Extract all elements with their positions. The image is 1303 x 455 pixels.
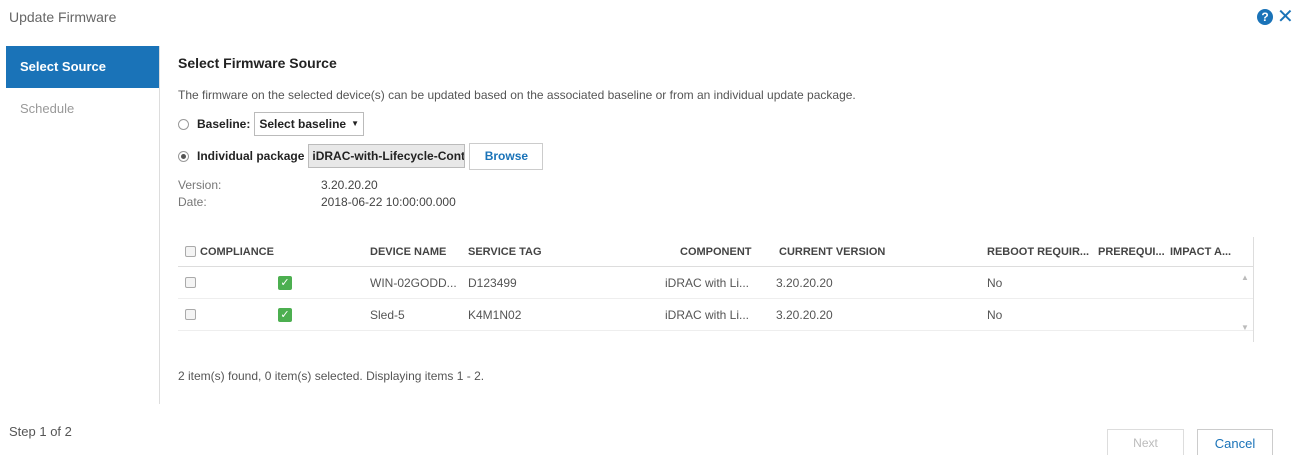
scroll-up-icon[interactable]: ▲ (1239, 273, 1251, 282)
baseline-select-value: Select baseline (259, 117, 347, 131)
service-tag: K4M1N02 (468, 307, 522, 322)
row-checkbox[interactable] (185, 277, 196, 288)
reboot-required: No (987, 275, 1003, 290)
dialog-title: Update Firmware (9, 9, 117, 25)
scroll-down-icon[interactable]: ▼ (1239, 323, 1251, 332)
table-row[interactable]: ✓ Sled-5 K4M1N02 iDRAC with Li... 3.20.2… (178, 299, 1253, 331)
next-button[interactable]: Next (1107, 429, 1184, 455)
wizard-sidebar: Select Source Schedule (6, 46, 160, 404)
grid-header: COMPLIANCE DEVICE NAME SERVICE TAG COMPO… (178, 237, 1253, 267)
version-value: 3.20.20.20 (321, 178, 378, 192)
sidebar-item-schedule[interactable]: Schedule (6, 88, 159, 130)
package-radio[interactable] (178, 150, 189, 162)
package-label: Individual package (197, 149, 305, 163)
current-version: 3.20.20.20 (776, 275, 833, 290)
package-meta: Version: 3.20.20.20 Date: 2018-06-22 10:… (178, 178, 1258, 212)
col-component[interactable]: COMPONENT (680, 246, 752, 258)
compliance-ok-icon: ✓ (278, 308, 292, 322)
package-option: Individual package iDRAC-with-Lifecycle-… (178, 142, 1258, 170)
sidebar-item-select-source[interactable]: Select Source (6, 46, 159, 88)
main-panel: Select Firmware Source The firmware on t… (178, 46, 1258, 212)
step-indicator: Step 1 of 2 (9, 424, 72, 439)
baseline-option: Baseline: Select baseline ▼ (178, 110, 1258, 138)
caret-down-icon: ▼ (351, 119, 359, 128)
close-icon[interactable]: ✕ (1277, 7, 1294, 27)
version-label: Version: (178, 178, 222, 192)
device-name: Sled-5 (370, 307, 405, 322)
current-version: 3.20.20.20 (776, 307, 833, 322)
description: The firmware on the selected device(s) c… (178, 88, 856, 102)
service-tag: D123499 (468, 275, 517, 290)
col-prerequisites[interactable]: PREREQUI... (1098, 246, 1168, 258)
browse-button[interactable]: Browse (469, 142, 544, 170)
baseline-label: Baseline: (197, 117, 251, 131)
col-current-version[interactable]: CURRENT VERSION (779, 246, 885, 258)
section-title: Select Firmware Source (178, 55, 337, 71)
devices-grid: COMPLIANCE DEVICE NAME SERVICE TAG COMPO… (178, 237, 1254, 342)
table-row[interactable]: ✓ WIN-02GODD... D123499 iDRAC with Li...… (178, 267, 1253, 299)
reboot-required: No (987, 307, 1003, 322)
component: iDRAC with Li... (665, 275, 750, 290)
compliance-ok-icon: ✓ (278, 276, 292, 290)
row-checkbox[interactable] (185, 309, 196, 320)
component: iDRAC with Li... (665, 307, 750, 322)
help-icon[interactable]: ? (1257, 9, 1273, 25)
col-compliance[interactable]: COMPLIANCE (200, 246, 274, 258)
col-reboot-required[interactable]: REBOOT REQUIR... (987, 246, 1095, 258)
cancel-button[interactable]: Cancel (1197, 429, 1273, 455)
baseline-select[interactable]: Select baseline ▼ (254, 112, 364, 136)
date-value: 2018-06-22 10:00:00.000 (321, 195, 456, 209)
date-label: Date: (178, 195, 207, 209)
header-actions: ? ✕ (1257, 7, 1294, 27)
col-service-tag[interactable]: SERVICE TAG (468, 246, 542, 258)
grid-summary: 2 item(s) found, 0 item(s) selected. Dis… (178, 369, 485, 383)
col-impact[interactable]: IMPACT A... (1170, 246, 1236, 258)
device-name: WIN-02GODD... (370, 275, 457, 290)
package-file-input[interactable]: iDRAC-with-Lifecycle-Controller (308, 144, 466, 168)
col-device-name[interactable]: DEVICE NAME (370, 246, 446, 258)
select-all-checkbox[interactable] (185, 246, 196, 257)
baseline-radio[interactable] (178, 118, 189, 130)
